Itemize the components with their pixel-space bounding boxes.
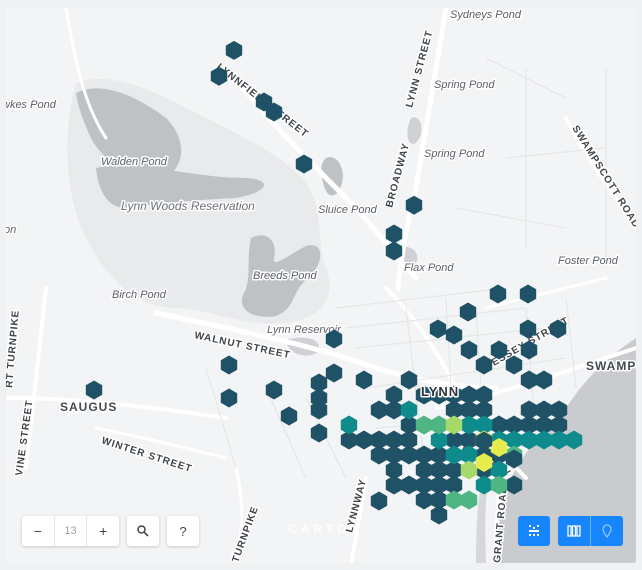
hexbin-cell[interactable] <box>355 370 373 390</box>
hexbin-cell[interactable] <box>460 460 478 480</box>
hexbin-cell[interactable] <box>430 505 448 525</box>
hexbin-cell[interactable] <box>475 475 493 495</box>
hexbin-cell[interactable] <box>520 340 538 360</box>
hexbin-cell[interactable] <box>370 400 388 420</box>
hexbin-cell[interactable] <box>370 445 388 465</box>
hexbin-cell[interactable] <box>535 430 553 450</box>
hexbin-cell[interactable] <box>415 415 433 435</box>
view-switcher <box>558 516 623 546</box>
widgets-button[interactable] <box>558 516 591 546</box>
hexbin-cell[interactable] <box>415 385 433 405</box>
hexbin-cell[interactable] <box>325 363 343 383</box>
search-button[interactable] <box>127 516 159 546</box>
hexbin-cell[interactable] <box>370 491 388 511</box>
hexbin-cell[interactable] <box>325 329 343 349</box>
layers-toggle-button[interactable] <box>518 516 550 546</box>
map-view-button[interactable] <box>591 516 623 546</box>
hexbin-layer <box>85 40 583 525</box>
hexbin-cell[interactable] <box>520 370 538 390</box>
hexbin-cell[interactable] <box>445 415 463 435</box>
hexbin-cell[interactable] <box>430 385 448 405</box>
hexbin-cell[interactable] <box>225 40 243 60</box>
columns-icon <box>567 525 581 537</box>
hexbin-cell[interactable] <box>400 430 418 450</box>
hexbin-cell[interactable] <box>445 325 463 345</box>
hexbin-cell[interactable] <box>310 423 328 443</box>
hexbin-cell[interactable] <box>310 373 328 393</box>
carto-attribution: CARTO <box>288 522 351 536</box>
hexbin-cell[interactable] <box>280 406 298 426</box>
hexbin-cell[interactable] <box>520 430 538 450</box>
hexbin-cell[interactable] <box>460 490 478 510</box>
hexbin-cell[interactable] <box>460 340 478 360</box>
location-pin-icon <box>602 524 612 538</box>
hexbin-cell[interactable] <box>430 415 448 435</box>
hexbin-cell[interactable] <box>295 154 313 174</box>
hexbin-cell[interactable] <box>565 430 583 450</box>
zoom-level: 13 <box>53 516 88 546</box>
zoom-control: − 13 + <box>22 516 119 546</box>
hexbin-cell[interactable] <box>385 224 403 244</box>
hexbin-cell[interactable] <box>459 302 477 322</box>
search-icon <box>137 525 149 537</box>
hexbin-cell[interactable] <box>519 319 537 339</box>
hexbin-cell[interactable] <box>405 195 423 215</box>
hexbin-cell[interactable] <box>460 415 478 435</box>
hexbin-cell[interactable] <box>505 355 523 375</box>
hexbin-cell[interactable] <box>210 66 228 86</box>
hexbin-cell[interactable] <box>490 475 508 495</box>
hexbin-cell[interactable] <box>385 241 403 261</box>
hexbin-cell[interactable] <box>385 400 403 420</box>
hexbin-cell[interactable] <box>535 370 553 390</box>
hexbin-cell[interactable] <box>489 284 507 304</box>
hexbin-cell[interactable] <box>549 319 567 339</box>
hexbin-cell[interactable] <box>429 319 447 339</box>
hexbin-cell[interactable] <box>415 490 433 510</box>
hexbin-cell[interactable] <box>85 380 103 400</box>
hexbin-cell[interactable] <box>400 400 418 420</box>
hexbin-cell[interactable] <box>550 430 568 450</box>
zoom-in-button[interactable]: + <box>87 516 119 546</box>
help-button[interactable]: ? <box>167 516 199 546</box>
hexbin-cell[interactable] <box>355 430 373 450</box>
hexbin-cell[interactable] <box>445 445 463 465</box>
hexbin-cell[interactable] <box>340 415 358 435</box>
hexbin-cell[interactable] <box>475 355 493 375</box>
layers-icon <box>529 525 539 536</box>
zoom-out-button[interactable]: − <box>22 516 54 546</box>
hexbin-cell[interactable] <box>505 475 523 495</box>
hexbin-cell[interactable] <box>220 355 238 375</box>
hexbin-cell[interactable] <box>265 380 283 400</box>
map-canvas[interactable]: Sydneys Pond Spring Pond Spring Pond Wal… <box>6 8 636 563</box>
hexbin-cell[interactable] <box>445 490 463 510</box>
hexbin-cell[interactable] <box>400 370 418 390</box>
hexbin-cell[interactable] <box>490 340 508 360</box>
hexbin-cell[interactable] <box>385 445 403 465</box>
hexbin-cell[interactable] <box>385 475 403 495</box>
hexbin-cell[interactable] <box>400 475 418 495</box>
hexbin-cell[interactable] <box>220 388 238 408</box>
hexbin-cell[interactable] <box>519 284 537 304</box>
